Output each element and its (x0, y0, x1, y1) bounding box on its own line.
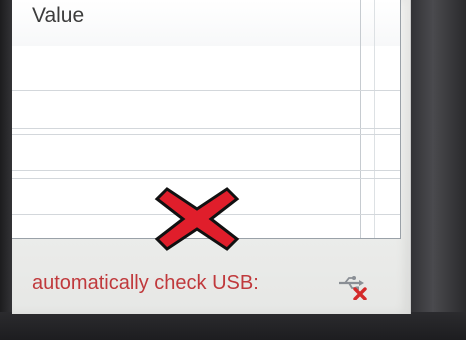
grid-row-line (12, 134, 400, 135)
grid-row-line (12, 128, 400, 129)
app-window: Value (12, 0, 411, 314)
monitor-bezel-bottom (0, 312, 466, 340)
grid-row-line (12, 178, 400, 179)
usb-disconnected-icon[interactable] (337, 274, 371, 300)
usb-check-label: automatically check USB: (32, 272, 259, 294)
grid-scroll-edge (374, 0, 375, 238)
grid-row-line (12, 90, 400, 91)
grid-header: Value (12, 0, 400, 46)
grid-row-line (12, 170, 400, 171)
column-header-value[interactable]: Value (32, 4, 84, 28)
monitor-bezel-right (406, 0, 466, 340)
red-x-icon (154, 187, 240, 251)
column-divider[interactable] (360, 0, 361, 238)
